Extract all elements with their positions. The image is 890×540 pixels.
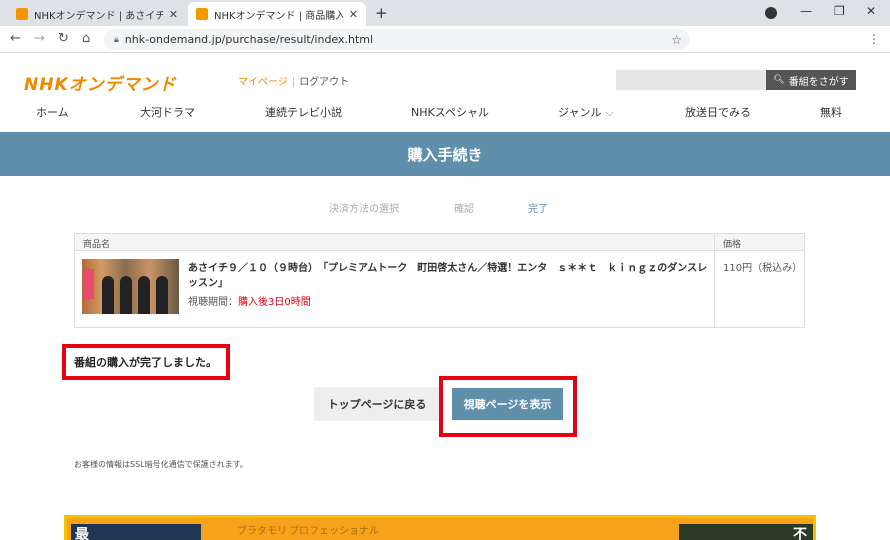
step-confirm: 確認 [454, 204, 474, 215]
banner-item: プロフェッショナル [289, 526, 379, 537]
thumbnail-figure [120, 276, 132, 314]
search-button[interactable]: 🔍︎ 番組をさがす [766, 70, 856, 90]
minimize-icon[interactable]: — [800, 4, 812, 18]
viewing-period: 視聴期間：購入後3日0時間 [188, 293, 311, 308]
chevron-down-icon: ⌵ [605, 106, 614, 119]
home-icon[interactable]: ⌂ [82, 31, 90, 46]
program-title: あさイチ９／１０（９時台） 「プレミアムトーク 町田啓太さん／特選！エンタ ｓ＊… [188, 263, 708, 289]
nhk-favicon-icon [196, 8, 208, 20]
url-text: nhk-ondemand.jp/purchase/result/index.ht… [124, 33, 374, 46]
close-window-icon[interactable]: ✕ [866, 4, 876, 18]
menu-kebab-icon[interactable]: ⋮ [868, 32, 880, 46]
thumbnail-badge [84, 269, 94, 299]
view-watch-page-button[interactable]: 視聴ページを表示 [452, 388, 563, 420]
bookmark-star-icon[interactable]: ☆ [671, 33, 682, 47]
user-links: マイページ | ログアウト [238, 73, 349, 88]
close-tab-icon[interactable]: ✕ [169, 8, 178, 21]
tab-title: NHKオンデマンド | あさイチ９／ [34, 10, 163, 22]
nav-genre[interactable]: ジャンル ⌵ [558, 104, 614, 120]
purchase-complete-message: 番組の購入が完了しました。 [62, 344, 230, 380]
site-logo[interactable]: NHKオンデマンド [24, 70, 177, 95]
column-divider [714, 234, 715, 327]
nav-nhk-special[interactable]: NHKスペシャル [411, 104, 489, 120]
purchase-table: 商品名 価格 あさイチ９／１０（９時台） 「プレミアムトーク 町田啓太さん／特選… [74, 233, 805, 328]
nav-free[interactable]: 無料 [820, 104, 842, 120]
browser-tab-1[interactable]: NHKオンデマンド | あさイチ９／ ✕ [8, 2, 186, 26]
program-thumbnail [82, 259, 179, 314]
search-button-label: 番組をさがす [788, 76, 849, 88]
viewing-period-value: 購入後3日0時間 [238, 297, 311, 308]
step-payment: 決済方法の選択 [329, 204, 399, 215]
step-complete: 完了 [528, 204, 548, 215]
thumbnail-figure [138, 276, 150, 314]
search-input[interactable] [616, 70, 766, 90]
ssl-note: お客様の情報はSSL暗号化通信で保護されます。 [74, 460, 248, 469]
nhk-favicon-icon [16, 8, 28, 20]
header-product: 商品名 [83, 240, 111, 250]
header-price: 価格 [723, 240, 742, 250]
browser-tab-2[interactable]: NHKオンデマンド | 商品購入完 ✕ [188, 2, 366, 26]
page-title: 購入手続き [0, 132, 890, 176]
search-icon: 🔍︎ [773, 75, 785, 85]
lock-icon: 🔒︎ [114, 34, 119, 45]
url-field[interactable]: 🔒︎ nhk-ondemand.jp/purchase/result/index… [104, 29, 690, 50]
new-tab-button[interactable]: + [375, 4, 388, 22]
global-nav: ホーム 大河ドラマ 連続テレビ小説 NHKスペシャル ジャンル ⌵ 放送日でみる … [0, 104, 890, 126]
thumbnail-figure [156, 276, 168, 314]
address-bar: ← → ↻ ⌂ 🔒︎ nhk-ondemand.jp/purchase/resu… [0, 26, 890, 53]
tab-title: NHKオンデマンド | 商品購入完 [214, 10, 343, 22]
thumbnail-figure [102, 276, 114, 314]
account-icon[interactable] [765, 7, 777, 19]
logout-link[interactable]: ログアウト [299, 77, 349, 88]
table-header: 商品名 価格 [75, 234, 804, 251]
browser-tab-bar: NHKオンデマンド | あさイチ９／ ✕ NHKオンデマンド | 商品購入完 ✕… [0, 0, 890, 26]
maximize-icon[interactable]: ❐ [834, 4, 845, 18]
reload-icon[interactable]: ↻ [58, 31, 69, 46]
back-to-top-button[interactable]: トップページに戻る [314, 387, 440, 421]
viewing-period-label: 視聴期間： [188, 297, 238, 308]
banner-item: ブラタモリ [237, 526, 287, 537]
nav-taiga[interactable]: 大河ドラマ [140, 104, 195, 120]
nav-by-date[interactable]: 放送日でみる [685, 104, 751, 120]
nav-genre-label: ジャンル [558, 106, 602, 119]
banner-right-panel: 不 [679, 524, 813, 540]
nav-home[interactable]: ホーム [36, 104, 69, 120]
banner-left-panel: 最 [71, 524, 201, 540]
forward-icon[interactable]: → [34, 31, 45, 46]
nav-asadora[interactable]: 連続テレビ小説 [265, 104, 342, 120]
program-price: 110円（税込み） [723, 263, 803, 274]
link-separator: | [291, 77, 296, 88]
footer-banner[interactable]: 最 ブラタモリ プロフェッショナル 不 [64, 515, 816, 540]
back-icon[interactable]: ← [10, 31, 21, 46]
close-tab-icon[interactable]: ✕ [349, 8, 358, 21]
mypage-link[interactable]: マイページ [238, 77, 288, 88]
